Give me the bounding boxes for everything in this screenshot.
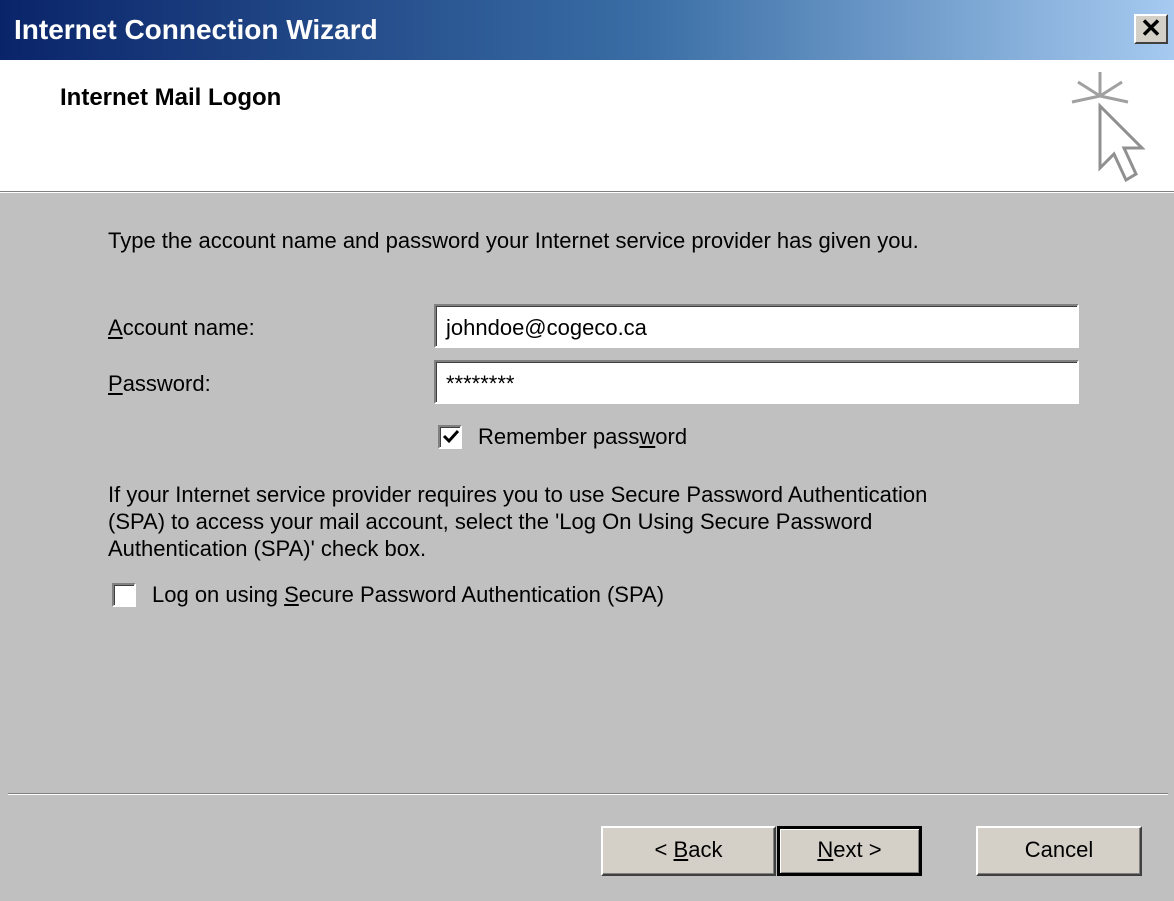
password-label: Password: — [108, 371, 211, 396]
next-button[interactable]: Next > — [777, 826, 922, 876]
account-name-label: Account name: — [108, 315, 255, 340]
page-title: Internet Mail Logon — [60, 84, 282, 111]
spa-checkbox-label[interactable]: Log on using Secure Password Authenticat… — [152, 582, 664, 608]
checkmark-icon — [442, 429, 460, 444]
title-bar[interactable]: Internet Connection Wizard ✕ — [0, 0, 1174, 60]
spa-description-line: (SPA) to access your mail account, selec… — [108, 509, 873, 534]
account-name-input[interactable]: johndoe@cogeco.ca — [434, 304, 1079, 348]
close-icon: ✕ — [1140, 13, 1162, 43]
spa-checkbox[interactable] — [112, 583, 136, 607]
password-value: ******** — [446, 371, 515, 396]
spa-description-line: Authentication (SPA)' check box. — [108, 536, 427, 561]
remember-password-checkbox[interactable] — [438, 425, 462, 449]
password-input[interactable]: ******** — [434, 360, 1079, 404]
wizard-header: Internet Mail Logon — [0, 60, 1174, 192]
cancel-button[interactable]: Cancel — [976, 826, 1142, 876]
instructions-text: Type the account name and password your … — [108, 228, 919, 253]
footer-divider — [8, 793, 1168, 795]
account-name-value: johndoe@cogeco.ca — [446, 315, 647, 340]
close-button[interactable]: ✕ — [1134, 14, 1168, 44]
back-button[interactable]: < Back — [601, 826, 776, 876]
spa-description-line: If your Internet service provider requir… — [108, 482, 928, 507]
window-title: Internet Connection Wizard — [14, 14, 378, 45]
spa-description: If your Internet service provider requir… — [108, 481, 1108, 562]
remember-password-label[interactable]: Remember password — [478, 424, 687, 450]
wizard-cursor-icon — [1071, 72, 1146, 183]
